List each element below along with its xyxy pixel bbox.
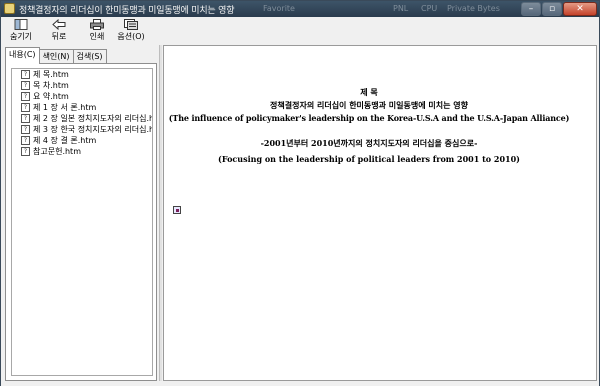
tree-item-label: 참고문헌.htm [33, 147, 81, 156]
tree-item-label: 제 1 장 서 론.htm [33, 103, 97, 112]
options-label: 옵션(O) [117, 32, 145, 41]
tree-item[interactable]: ? 제 1 장 서 론.htm [12, 102, 152, 113]
window-title: 정책결정자의 리더십이 한미동맹과 미일동맹에 미치는 영향 [19, 6, 235, 16]
doc-title-korean: 정책결정자의 리더십이 한미동맹과 미일동맹에 미치는 영향 [270, 100, 468, 110]
tab-index[interactable]: 색인(N) [38, 49, 74, 64]
tree-item-label: 요 약.htm [33, 92, 69, 101]
topic-document: 제 목 정책결정자의 리더십이 한미동맹과 미일동맹에 미치는 영향 (The … [164, 86, 574, 166]
help-page-icon: ? [21, 70, 30, 79]
hide-icon [14, 19, 28, 30]
help-viewer-window: 정책결정자의 리더십이 한미동맹과 미일동맹에 미치는 영향 Favorite … [0, 0, 600, 386]
help-page-icon: ? [21, 136, 30, 145]
tree-item[interactable]: ? 제 2 장 일본 정치지도자의 리더십.h [12, 113, 152, 124]
print-button[interactable]: 인쇄 [81, 19, 113, 42]
back-button[interactable]: 뒤로 [43, 19, 75, 42]
back-label: 뒤로 [51, 32, 67, 41]
tree-item[interactable]: ? 목 차.htm [12, 80, 152, 91]
help-page-icon: ? [21, 125, 30, 134]
tree-item-label: 제 4 장 결 론.htm [33, 136, 97, 145]
help-page-icon: ? [21, 103, 30, 112]
nav-tabs: 내용(C) 색인(N) 검색(S) [5, 47, 107, 64]
tree-item-label: 제 목.htm [33, 70, 69, 79]
tree-item-label: 제 3 장 한국 정치지도자의 리더십.h [33, 125, 152, 134]
print-label: 인쇄 [89, 32, 105, 41]
status-bar [1, 381, 599, 386]
back-arrow-icon [52, 19, 66, 30]
tree-item[interactable]: ? 제 4 장 결 론.htm [12, 135, 152, 146]
hide-button[interactable]: 숨기기 [5, 19, 37, 42]
help-page-icon: ? [21, 92, 30, 101]
help-page-icon: ? [21, 81, 30, 90]
topic-content-pane[interactable]: 제 목 정책결정자의 리더십이 한미동맹과 미일동맹에 미치는 영향 (The … [163, 45, 597, 381]
tree-item[interactable]: ? 참고문헌.htm [12, 146, 152, 157]
options-button[interactable]: 옵션(O) [115, 19, 147, 42]
help-page-icon: ? [21, 147, 30, 156]
pane-splitter[interactable] [159, 45, 162, 381]
contents-tree[interactable]: ? 제 목.htm ? 목 차.htm ? 요 약.htm ? 제 1 장 서 론.ht… [11, 68, 153, 376]
link-icon[interactable] [173, 206, 181, 214]
doc-heading: 제 목 [360, 87, 378, 97]
background-item: CPU [421, 4, 438, 13]
toolbar: 숨기기 뒤로 인쇄 옵션(O) [1, 17, 599, 43]
app-icon [4, 3, 15, 14]
printer-icon [90, 19, 104, 30]
hide-label: 숨기기 [9, 32, 33, 41]
close-button[interactable]: ✕ [563, 2, 597, 16]
minimize-button[interactable]: – [521, 2, 541, 16]
tree-item-label: 목 차.htm [33, 81, 69, 90]
tree-item[interactable]: ? 제 3 장 한국 정치지도자의 리더십.h [12, 124, 152, 135]
navigation-pane: 내용(C) 색인(N) 검색(S) ? 제 목.htm ? 목 차.htm ? 요 약… [3, 45, 157, 381]
tab-contents[interactable]: 내용(C) [5, 47, 40, 64]
background-item: Favorite [263, 4, 295, 13]
options-icon [124, 19, 138, 30]
background-item: Private Bytes [447, 4, 500, 13]
tree-item[interactable]: ? 요 약.htm [12, 91, 152, 102]
tree-item[interactable]: ? 제 목.htm [12, 69, 152, 80]
help-page-icon: ? [21, 114, 30, 123]
contents-panel: ? 제 목.htm ? 목 차.htm ? 요 약.htm ? 제 1 장 서 론.ht… [5, 63, 157, 381]
title-bar[interactable]: 정책결정자의 리더십이 한미동맹과 미일동맹에 미치는 영향 Favorite … [1, 1, 599, 17]
background-item: PNL [393, 4, 409, 13]
tab-search[interactable]: 검색(S) [72, 49, 107, 64]
doc-subtitle-korean: -2001년부터 2010년까지의 정치지도자의 리더십을 중심으로- [260, 138, 478, 148]
maximize-button[interactable]: ▫ [542, 2, 562, 16]
tree-item-label: 제 2 장 일본 정치지도자의 리더십.h [33, 114, 152, 123]
doc-title-english: (The influence of policymaker's leadersh… [168, 113, 570, 123]
doc-subtitle-english: (Focusing on the leadership of political… [218, 154, 520, 164]
